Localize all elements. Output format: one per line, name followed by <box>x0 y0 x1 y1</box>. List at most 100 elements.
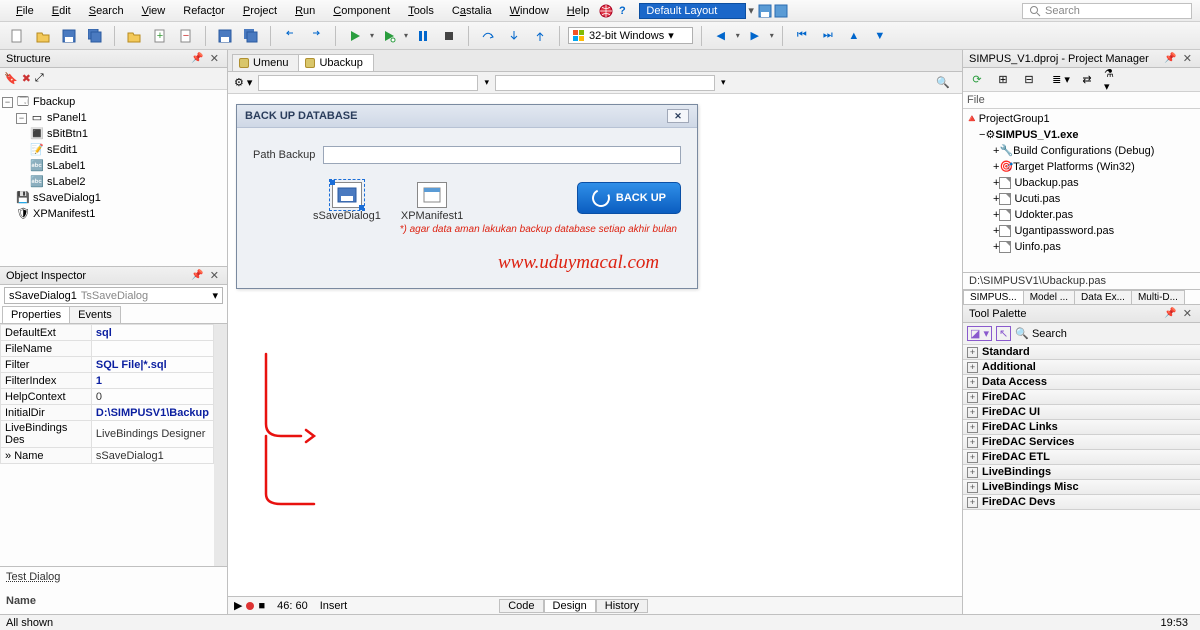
gear-icon[interactable]: ⚙ ▾ <box>234 76 252 89</box>
tree-item[interactable]: Target Platforms (Win32) <box>1013 159 1135 175</box>
save-all-icon[interactable] <box>84 25 106 47</box>
form-titlebar[interactable]: BACK UP DATABASE ✕ <box>237 105 697 128</box>
redo-icon[interactable] <box>305 25 327 47</box>
open-icon[interactable] <box>32 25 54 47</box>
proj-tab[interactable]: Data Ex... <box>1074 290 1132 304</box>
menu-search[interactable]: Search <box>81 3 132 19</box>
comp-xpmanifest[interactable]: XPManifest1 <box>401 182 463 222</box>
menu-help[interactable]: Help <box>559 3 598 19</box>
step-over-icon[interactable] <box>477 25 499 47</box>
menu-project[interactable]: Project <box>235 3 285 19</box>
method-dropdown[interactable] <box>495 75 715 91</box>
macro-controls[interactable]: ▶ ■ <box>234 599 265 612</box>
tree-item[interactable]: Build Configurations (Debug) <box>1013 143 1154 159</box>
backup-button[interactable]: BACK UP <box>577 182 681 214</box>
prop-key[interactable]: FilterIndex <box>1 373 92 389</box>
nav-prev-icon[interactable]: ⏮ <box>791 25 813 47</box>
layout-settings-icon[interactable] <box>774 4 788 18</box>
close-icon[interactable]: ✕ <box>208 269 221 282</box>
palette-cat[interactable]: +Additional <box>963 360 1200 375</box>
palette-cat[interactable]: +Data Access <box>963 375 1200 390</box>
structure-sort-icon[interactable]: ✖ <box>22 72 31 85</box>
menu-file[interactable]: File <box>8 3 42 19</box>
tab-history[interactable]: History <box>596 599 648 613</box>
nav-next-icon[interactable]: ⏭ <box>817 25 839 47</box>
tree-item[interactable]: sLabel1 <box>47 158 86 174</box>
undo-icon[interactable] <box>279 25 301 47</box>
tab-umenu[interactable]: Umenu <box>232 54 299 71</box>
tree-item[interactable]: XPManifest1 <box>33 206 95 222</box>
pin-icon[interactable]: 📌 <box>1160 308 1180 319</box>
run-icon[interactable] <box>344 25 366 47</box>
menu-refactor[interactable]: Refactor <box>175 3 233 19</box>
path-input[interactable] <box>323 146 681 164</box>
close-icon[interactable]: ✕ <box>667 109 689 123</box>
globe-icon[interactable] <box>599 4 613 18</box>
tab-events[interactable]: Events <box>69 306 121 323</box>
tree-item[interactable]: sBitBtn1 <box>47 126 88 142</box>
menu-component[interactable]: Component <box>325 3 398 19</box>
filter-icon[interactable]: ⚗ ▾ <box>1103 71 1123 89</box>
remove-file-icon[interactable]: − <box>175 25 197 47</box>
prop-val[interactable] <box>91 341 213 357</box>
palette-cat[interactable]: +FireDAC UI <box>963 405 1200 420</box>
palette-cat[interactable]: +Standard <box>963 345 1200 360</box>
prop-key[interactable]: DefaultExt <box>1 325 92 341</box>
stop-icon[interactable] <box>438 25 460 47</box>
tab-properties[interactable]: Properties <box>2 306 70 323</box>
prop-key[interactable]: Filter <box>1 357 92 373</box>
save-layout-icon[interactable] <box>758 4 772 18</box>
prop-key[interactable]: LiveBindings Des <box>1 421 92 448</box>
proj-tab[interactable]: SIMPUS... <box>963 290 1024 304</box>
menu-window[interactable]: Window <box>502 3 557 19</box>
tree-item[interactable]: SIMPUS_V1.exe <box>995 127 1078 143</box>
layout-dropdown[interactable]: Default Layout <box>639 3 746 19</box>
palette-cat[interactable]: +LiveBindings <box>963 465 1200 480</box>
tree-item[interactable]: sLabel2 <box>47 174 86 190</box>
prop-key[interactable]: FileName <box>1 341 92 357</box>
close-icon[interactable]: ✕ <box>208 52 221 65</box>
pin-icon[interactable]: 📌 <box>187 53 207 64</box>
tab-design[interactable]: Design <box>544 599 596 613</box>
tree-item[interactable]: Ucuti.pas <box>1014 191 1060 207</box>
tree-item[interactable]: Uinfo.pas <box>1014 239 1060 255</box>
prop-val[interactable]: 0 <box>91 389 213 405</box>
proj-tab[interactable]: Model ... <box>1023 290 1075 304</box>
prop-val[interactable]: LiveBindings Designer <box>91 421 213 448</box>
refresh-icon[interactable]: ⟳ <box>967 71 987 89</box>
run-nobdebug-icon[interactable] <box>378 25 400 47</box>
menu-run[interactable]: Run <box>287 3 323 19</box>
palette-cat[interactable]: +FireDAC <box>963 390 1200 405</box>
structure-expand-icon[interactable]: ⤢ <box>35 72 44 85</box>
prop-val[interactable]: D:\SIMPUSV1\Backup <box>91 405 213 421</box>
palette-cat[interactable]: +FireDAC ETL <box>963 450 1200 465</box>
property-grid[interactable]: DefaultExtsql FileName FilterSQL File|*.… <box>0 324 227 566</box>
palette-categories[interactable]: +Standard +Additional +Data Access +Fire… <box>963 345 1200 614</box>
palette-cat[interactable]: +LiveBindings Misc <box>963 480 1200 495</box>
prop-val[interactable]: sql <box>91 325 213 341</box>
prop-val[interactable]: sSaveDialog1 <box>91 448 213 464</box>
new-icon[interactable] <box>6 25 28 47</box>
add-file-icon[interactable]: + <box>149 25 171 47</box>
tree-item[interactable]: sEdit1 <box>47 142 78 158</box>
step-out-icon[interactable] <box>529 25 551 47</box>
save2-icon[interactable] <box>214 25 236 47</box>
proj-tab[interactable]: Multi-D... <box>1131 290 1185 304</box>
palette-cat[interactable]: +FireDAC Devs <box>963 495 1200 510</box>
prop-val[interactable]: 1 <box>91 373 213 389</box>
close-icon[interactable]: ✕ <box>1181 52 1194 65</box>
tree-item[interactable]: Ubackup.pas <box>1014 175 1078 191</box>
help-icon[interactable]: ? <box>615 4 629 18</box>
component-selector[interactable]: sSaveDialog1 TsSaveDialog ▾ <box>4 287 223 304</box>
step-into-icon[interactable] <box>503 25 525 47</box>
platform-dropdown[interactable]: 32-bit Windows ▾ <box>568 27 693 44</box>
project-tree[interactable]: 🔺ProjectGroup1 −⚙ SIMPUS_V1.exe +🔧Build … <box>963 109 1200 273</box>
nav-up-icon[interactable]: ▲ <box>843 25 865 47</box>
tab-code[interactable]: Code <box>499 599 543 613</box>
tree-item[interactable]: ProjectGroup1 <box>979 111 1050 127</box>
search-icon[interactable]: 🔍 <box>936 76 956 89</box>
tree-item[interactable]: Udokter.pas <box>1014 207 1073 223</box>
close-icon[interactable]: ✕ <box>1181 307 1194 320</box>
prop-key[interactable]: HelpContext <box>1 389 92 405</box>
expand-icon[interactable]: ⊞ <box>993 71 1013 89</box>
